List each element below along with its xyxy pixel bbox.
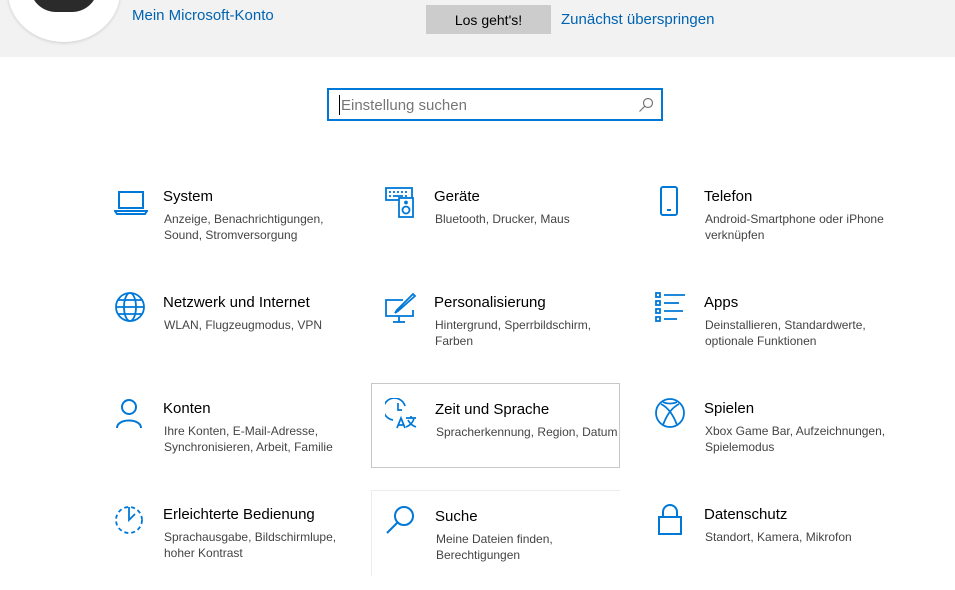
category-devices[interactable]: Geräte Bluetooth, Drucker, Maus xyxy=(385,186,635,272)
category-title: Telefon xyxy=(704,188,753,205)
avatar xyxy=(8,0,120,42)
category-personalization[interactable]: Personalisierung Hintergrund, Sperrbilds… xyxy=(385,292,635,378)
category-title: Zeit und Sprache xyxy=(435,401,550,418)
paint-monitor-icon xyxy=(385,292,419,326)
keyboard-speaker-icon xyxy=(385,186,419,220)
category-title: Suche xyxy=(435,508,478,525)
category-description: Hintergrund, Sperrbildschirm, Farben xyxy=(435,318,592,348)
category-description: Meine Dateien finden, Berechtigungen xyxy=(436,532,553,562)
category-description: Standort, Kamera, Mikrofon xyxy=(705,530,852,544)
category-privacy[interactable]: Datenschutz Standort, Kamera, Mikrofon xyxy=(655,504,905,590)
account-banner: Mein Microsoft-Konto Los geht's! Zunächs… xyxy=(0,0,955,57)
get-started-button[interactable]: Los geht's! xyxy=(426,5,551,34)
category-title: Spielen xyxy=(704,400,755,417)
category-phone[interactable]: Telefon Android-Smartphone oder iPhone v… xyxy=(655,186,905,272)
category-title: Datenschutz xyxy=(704,506,788,523)
category-system[interactable]: System Anzeige, Benachrichtigungen, Soun… xyxy=(114,186,364,272)
xbox-icon xyxy=(655,398,689,432)
phone-icon xyxy=(655,186,689,220)
time-language-icon xyxy=(385,398,419,432)
category-apps[interactable]: Apps Deinstallieren, Standardwerte, opti… xyxy=(655,292,905,378)
category-search[interactable]: Suche Meine Dateien finden, Berechtigung… xyxy=(371,490,620,576)
skip-link[interactable]: Zunächst überspringen xyxy=(561,11,714,28)
category-description: Anzeige, Benachrichtigungen, Sound, Stro… xyxy=(164,212,324,242)
category-description: Spracherkennung, Region, Datum xyxy=(436,425,618,439)
category-description: Xbox Game Bar, Aufzeichnungen, Spielemod… xyxy=(705,424,886,454)
category-title: Erleichterte Bedienung xyxy=(163,506,315,523)
settings-search-box[interactable] xyxy=(327,88,663,121)
category-network[interactable]: Netzwerk und Internet WLAN, Flugzeugmodu… xyxy=(114,292,364,378)
laptop-icon xyxy=(114,186,148,220)
category-title: Geräte xyxy=(434,188,480,205)
category-title: System xyxy=(163,188,214,205)
avatar-silhouette xyxy=(30,0,98,12)
category-accounts[interactable]: Konten Ihre Konten, E-Mail-Adresse, Sync… xyxy=(114,398,364,484)
category-gaming[interactable]: Spielen Xbox Game Bar, Aufzeichnungen, S… xyxy=(655,398,905,484)
category-ease-of-access[interactable]: Erleichterte Bedienung Sprachausgabe, Bi… xyxy=(114,504,364,590)
category-description: Android-Smartphone oder iPhone verknüpfe… xyxy=(705,212,884,242)
category-description: Deinstallieren, Standardwerte, optionale… xyxy=(705,318,866,348)
category-description: WLAN, Flugzeugmodus, VPN xyxy=(164,318,323,332)
microsoft-account-link[interactable]: Mein Microsoft-Konto xyxy=(132,7,274,24)
magnifier-icon xyxy=(385,505,419,539)
category-title: Konten xyxy=(163,400,211,417)
category-description: Bluetooth, Drucker, Maus xyxy=(435,212,570,226)
category-time-language[interactable]: Zeit und Sprache Spracherkennung, Region… xyxy=(371,383,620,468)
category-title: Apps xyxy=(704,294,739,311)
lock-icon xyxy=(655,504,689,538)
accessibility-timer-icon xyxy=(114,504,148,538)
category-description: Sprachausgabe, Bildschirmlupe, hoher Kon… xyxy=(164,530,337,560)
category-description: Ihre Konten, E-Mail-Adresse, Synchronisi… xyxy=(164,424,333,454)
app-list-icon xyxy=(655,292,689,326)
category-title: Netzwerk und Internet xyxy=(163,294,310,311)
search-input[interactable] xyxy=(339,95,631,115)
category-title: Personalisierung xyxy=(434,294,546,311)
search-icon[interactable] xyxy=(638,97,654,113)
globe-icon xyxy=(114,292,148,326)
person-icon xyxy=(114,398,148,432)
